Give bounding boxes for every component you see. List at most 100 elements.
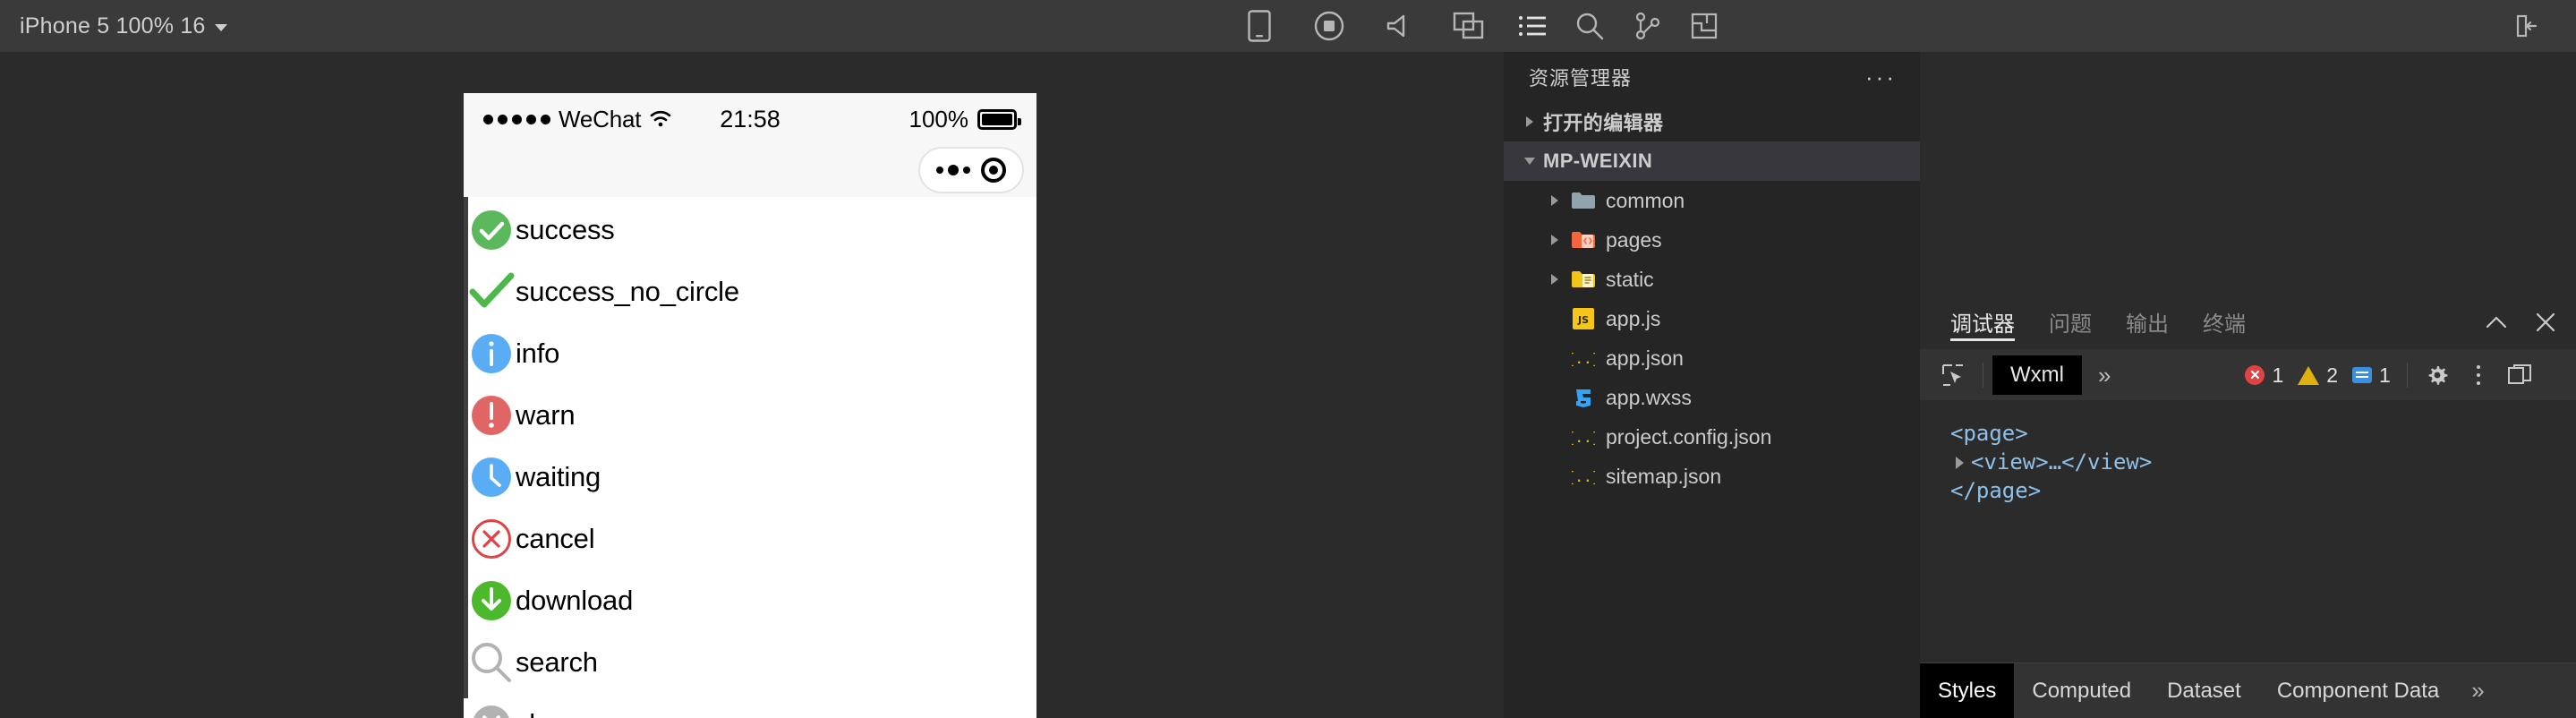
dock-panel-icon[interactable] (2499, 355, 2540, 396)
chevron-up-icon[interactable] (2485, 314, 2508, 330)
json-file-icon: {..} (1568, 426, 1599, 448)
tree-item-sitemap-json[interactable]: {..} sitemap.json (1504, 457, 1920, 496)
devtools-pane: 调试器 问题 输出 终端 Wxml » ✕ 1 2 1 <page> <view… (1920, 0, 2576, 718)
tab-output[interactable]: 输出 (2126, 295, 2169, 350)
list-item[interactable]: search (464, 631, 1036, 693)
list-item[interactable]: success (464, 199, 1036, 261)
tree-item-app-js[interactable]: JS app.js (1504, 299, 1920, 338)
phone-capsule-row (464, 145, 1036, 197)
chevron-right-icon[interactable] (1956, 456, 1964, 469)
tab-styles[interactable]: Styles (1920, 662, 2015, 718)
diagnostics-counts[interactable]: ✕ 1 2 1 (2245, 363, 2397, 388)
inspect-element-icon[interactable] (1932, 355, 1974, 396)
wechat-capsule-button[interactable] (918, 147, 1024, 193)
tree-item-static[interactable]: static (1504, 260, 1920, 299)
clock-circle-filled-icon (464, 449, 519, 505)
wifi-icon (649, 106, 672, 133)
svg-text:{..}: {..} (1572, 350, 1595, 367)
tab-terminal[interactable]: 终端 (2203, 295, 2246, 350)
json-file-icon: {..} (1568, 347, 1599, 369)
source-control-icon[interactable] (1618, 0, 1676, 52)
tree-item-pages[interactable]: pages (1504, 220, 1920, 260)
svg-text:JS: JS (1577, 314, 1589, 326)
code-line[interactable]: <view>…</view> (1950, 449, 2576, 477)
list-item[interactable]: warn (464, 384, 1036, 446)
tab-dataset[interactable]: Dataset (2149, 663, 2259, 718)
layout-icon[interactable] (1676, 0, 1733, 52)
error-count: 1 (2272, 363, 2284, 387)
sidebar: 资源管理器 ··· 打开的编辑器 MP-WEIXIN common pages (1504, 0, 1920, 718)
tab-component-data[interactable]: Component Data (2259, 663, 2457, 718)
phone-scrollbar[interactable] (464, 197, 468, 698)
info-circle-filled-icon (464, 326, 519, 381)
check-circle-filled-icon (464, 202, 519, 258)
list-item[interactable]: waiting (464, 446, 1036, 508)
device-selector[interactable]: iPhone 5 100% 16 (20, 13, 227, 39)
code-line[interactable]: </page> (1950, 477, 2576, 506)
info-count: 1 (2379, 363, 2391, 387)
code-text: <view>…</view> (1971, 449, 2153, 474)
battery-icon (977, 108, 1021, 130)
cancel-circle-outline-icon (464, 511, 519, 567)
sidebar-section-open-editors[interactable]: 打开的编辑器 (1504, 102, 1920, 141)
tab-computed[interactable]: Computed (2014, 663, 2149, 718)
tab-debugger[interactable]: 调试器 (1950, 295, 2015, 350)
explorer-title-bar: 资源管理器 ··· (1504, 52, 1920, 102)
panel-tab-bar: 调试器 问题 输出 终端 (1920, 295, 2576, 350)
carrier-label: WeChat (559, 105, 642, 132)
more-tabs-icon[interactable]: » (2098, 362, 2111, 389)
more-dots-icon[interactable] (936, 165, 970, 175)
tree-item-project-config-json[interactable]: {..} project.config.json (1504, 417, 1920, 457)
tree-item-common[interactable]: common (1504, 181, 1920, 220)
list-item-label: clear (516, 708, 575, 718)
chevron-right-icon (1541, 274, 1568, 285)
chevron-right-icon (1516, 116, 1543, 127)
volume-icon[interactable] (1364, 0, 1434, 52)
collapse-sidebar-icon[interactable] (2494, 0, 2551, 52)
tree-item-label: app.wxss (1606, 385, 1692, 409)
devtools-toolbar: Wxml » ✕ 1 2 1 (1920, 350, 2576, 400)
bottom-more-tabs-icon[interactable]: » (2457, 677, 2498, 705)
list-item-label: cancel (516, 522, 595, 554)
record-icon[interactable] (1294, 0, 1364, 52)
code-line[interactable]: <page> (1950, 420, 2576, 449)
gear-icon[interactable] (2417, 355, 2458, 396)
tree-item-label: pages (1606, 227, 1662, 252)
chevron-down-icon (1516, 158, 1543, 165)
tree-item-app-wxss[interactable]: app.wxss (1504, 378, 1920, 417)
list-item[interactable]: download (464, 569, 1036, 631)
list-item-label: info (516, 337, 560, 369)
workspace-label: MP-WEIXIN (1543, 150, 1653, 172)
explorer-title: 资源管理器 (1529, 67, 1633, 90)
icon-demo-list: success success_no_circle info warn wait… (464, 197, 1036, 718)
explorer-icon[interactable] (1504, 0, 1561, 52)
tab-wxml[interactable]: Wxml (1992, 355, 2082, 395)
tree-item-app-json[interactable]: {..} app.json (1504, 338, 1920, 378)
tab-problems[interactable]: 问题 (2049, 295, 2092, 350)
status-bar-left: WeChat (483, 106, 672, 133)
list-item[interactable]: cancel (464, 508, 1036, 569)
explorer-more-icon[interactable]: ··· (1865, 64, 1897, 91)
folder-blue-icon (1568, 191, 1599, 210)
list-item[interactable]: clear (464, 693, 1036, 718)
clone-window-icon[interactable] (1434, 0, 1504, 52)
signal-dots-icon (483, 114, 550, 124)
svg-text:{..}: {..} (1572, 429, 1595, 446)
warning-badge-icon (2298, 365, 2320, 385)
phone-status-bar: WeChat 21:58 100% (464, 93, 1036, 145)
error-badge-icon: ✕ (2245, 365, 2265, 385)
open-editors-label: 打开的编辑器 (1543, 112, 1664, 134)
kebab-menu-icon[interactable] (2458, 355, 2499, 396)
list-item[interactable]: info (464, 322, 1036, 384)
phone-icon[interactable] (1224, 0, 1294, 52)
close-icon[interactable] (2535, 312, 2556, 333)
list-item[interactable]: success_no_circle (464, 261, 1036, 322)
search-outline-icon (464, 635, 519, 690)
status-bar-time: 21:58 (720, 105, 780, 132)
tree-item-label: project.config.json (1606, 424, 1772, 449)
close-target-icon[interactable] (981, 158, 1006, 183)
folder-orange-icon (1568, 230, 1599, 250)
sidebar-section-workspace[interactable]: MP-WEIXIN (1504, 141, 1920, 181)
search-icon[interactable] (1561, 0, 1618, 52)
device-selector-label: iPhone 5 100% 16 (20, 13, 206, 38)
